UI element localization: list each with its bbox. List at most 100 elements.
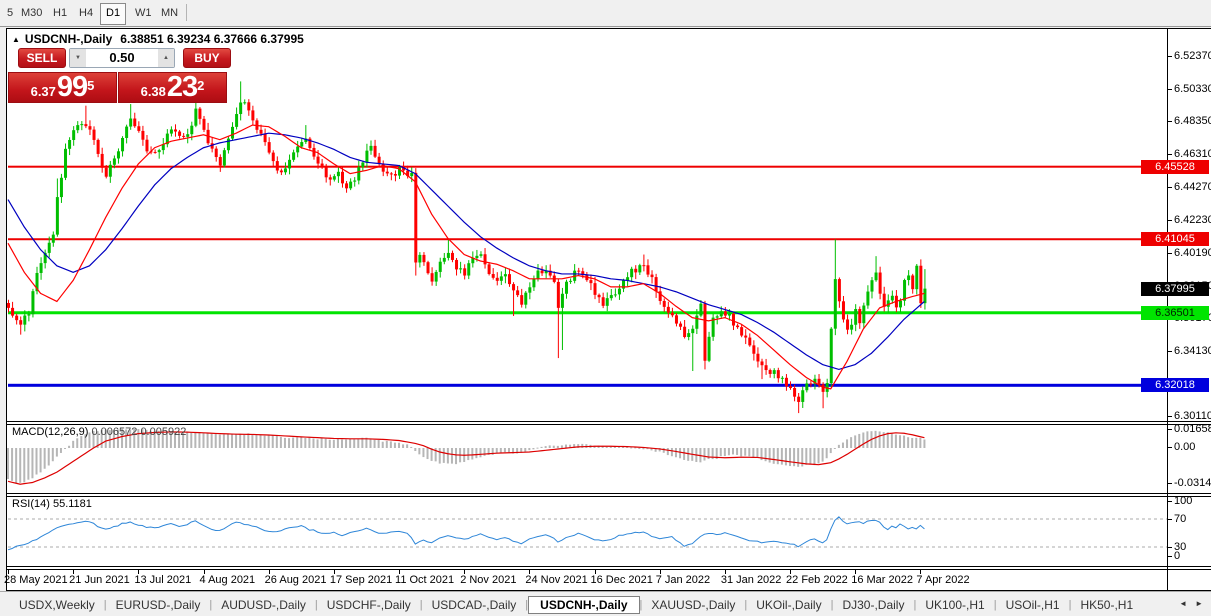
- tabs-scroll-right-arrow[interactable]: ►: [1195, 599, 1203, 608]
- chart-ohlc-values: 6.38851 6.39234 6.37666 6.37995: [120, 32, 304, 46]
- rsi-tick-label: 100: [1174, 496, 1192, 507]
- price-level-badge: 6.37995: [1141, 282, 1209, 296]
- volume-decrease-button[interactable]: ▼: [70, 49, 86, 67]
- date-label: 16 Dec 2021: [591, 574, 653, 586]
- price-tick-label: 6.46310: [1174, 149, 1211, 160]
- volume-increase-button[interactable]: ▲: [158, 49, 174, 67]
- timeframe-toolbar: 5M30H1H4D1W1MN: [0, 0, 1211, 27]
- symbol-tab-bar: USDX,Weekly|EURUSD-,Daily|AUDUSD-,Daily|…: [0, 591, 1211, 616]
- timeframe-button-mn[interactable]: MN: [156, 3, 183, 23]
- symbol-tab-dj30-daily[interactable]: DJ30-,Daily: [833, 596, 913, 614]
- symbol-tab-eurusd-daily[interactable]: EURUSD-,Daily: [107, 596, 210, 614]
- spin-down-icon: ▼: [75, 55, 81, 61]
- spin-up-icon: ▲: [163, 55, 169, 61]
- pane-separator: [7, 569, 1211, 570]
- pane-separator: [7, 566, 1211, 567]
- price-tick-label: 6.44270: [1174, 182, 1211, 193]
- symbol-tab-audusd-daily[interactable]: AUDUSD-,Daily: [212, 596, 315, 614]
- tabs-scroll-left-arrow[interactable]: ◄: [1179, 599, 1187, 608]
- macd-label: MACD(12,26,9) 0.006572 0.005922: [12, 426, 186, 438]
- date-label: 13 Jul 2021: [134, 574, 191, 586]
- macd-tick-label: 0.016586: [1174, 424, 1211, 435]
- sell-price-big: 99: [57, 75, 87, 100]
- volume-stepper: ▼ 0.50 ▲: [69, 48, 175, 68]
- sell-price-display[interactable]: 6.37 99 5: [8, 72, 117, 103]
- date-label: 16 Mar 2022: [851, 574, 913, 586]
- chart-title: ▲ USDCNH-,Daily 6.38851 6.39234 6.37666 6.…: [12, 32, 304, 46]
- price-level-badge: 6.45528: [1141, 160, 1209, 174]
- date-label: 7 Apr 2022: [916, 574, 969, 586]
- scale-tick: [1168, 547, 1172, 548]
- timeframe-button-m30[interactable]: M30: [16, 3, 47, 23]
- rsi-indicator-canvas[interactable]: [7, 497, 1167, 565]
- price-tick-label: 6.52370: [1174, 51, 1211, 62]
- timeframe-button-d1[interactable]: D1: [100, 3, 126, 25]
- price-level-badge: 6.41045: [1141, 232, 1209, 246]
- macd-value-signal: 0.005922: [140, 426, 186, 438]
- date-label: 4 Aug 2021: [200, 574, 256, 586]
- symbol-tab-usdchf-daily[interactable]: USDCHF-,Daily: [318, 596, 420, 614]
- rsi-tick-label: 70: [1174, 514, 1186, 525]
- symbol-tab-xauusd-daily[interactable]: XAUUSD-,Daily: [642, 596, 744, 614]
- date-label: 22 Feb 2022: [786, 574, 848, 586]
- rsi-tick-label: 0: [1174, 551, 1180, 562]
- symbol-tab-hk50-h1[interactable]: HK50-,H1: [1071, 596, 1142, 614]
- pane-separator[interactable]: [7, 493, 1211, 494]
- scale-tick: [1168, 351, 1172, 352]
- date-label: 21 Jun 2021: [69, 574, 130, 586]
- macd-tick-label: -0.031421: [1174, 478, 1211, 489]
- scale-tick: [1168, 220, 1172, 221]
- date-label: 24 Nov 2021: [525, 574, 587, 586]
- buy-price-big: 23: [167, 75, 197, 100]
- rsi-value: 55.1181: [53, 498, 92, 510]
- rsi-label: RSI(14) 55.1181: [12, 498, 92, 510]
- price-tick-label: 6.30110: [1174, 411, 1211, 422]
- volume-input[interactable]: 0.50: [86, 49, 158, 67]
- price-tick-label: 6.50330: [1174, 84, 1211, 95]
- price-tick-label: 6.48350: [1174, 116, 1211, 127]
- macd-tick-label: 0.00: [1174, 442, 1195, 453]
- date-label: 17 Sep 2021: [330, 574, 392, 586]
- buy-price-sup: 2: [197, 73, 204, 99]
- scale-tick: [1168, 89, 1172, 90]
- symbol-tab-uk100-h1[interactable]: UK100-,H1: [916, 596, 993, 614]
- timeframe-button-h1[interactable]: H1: [48, 3, 72, 23]
- scale-tick: [1168, 429, 1172, 430]
- scale-tick: [1168, 483, 1172, 484]
- timeframe-button-w1[interactable]: W1: [130, 3, 157, 23]
- price-tick-label: 6.40190: [1174, 248, 1211, 259]
- price-tick-label: 6.42230: [1174, 215, 1211, 226]
- scale-tick: [1168, 121, 1172, 122]
- buy-button[interactable]: BUY: [183, 48, 231, 68]
- price-tick-label: 6.34130: [1174, 346, 1211, 357]
- sell-price-sup: 5: [87, 73, 94, 99]
- toolbar-separator: [186, 4, 187, 21]
- scale-tick: [1168, 154, 1172, 155]
- date-label: 28 May 2021: [4, 574, 68, 586]
- sell-button[interactable]: SELL: [18, 48, 66, 68]
- buy-price-head: 6.38: [141, 83, 166, 100]
- date-label: 11 Oct 2021: [395, 574, 454, 586]
- scale-tick: [1168, 416, 1172, 417]
- scale-tick: [1168, 519, 1172, 520]
- symbol-tab-usdcad-daily[interactable]: USDCAD-,Daily: [423, 596, 526, 614]
- date-label: 31 Jan 2022: [721, 574, 782, 586]
- sell-price-head: 6.37: [31, 83, 56, 100]
- macd-value-main: 0.006572: [91, 426, 137, 438]
- date-label: 2 Nov 2021: [460, 574, 516, 586]
- scale-tick: [1168, 556, 1172, 557]
- trading-terminal-window: 5M30H1H4D1W1MN ▲USDCNH-,Daily6.38851 6.3…: [0, 0, 1211, 616]
- buy-price-display[interactable]: 6.38 23 2: [118, 72, 227, 103]
- symbol-tab-ukoil-daily[interactable]: UKOil-,Daily: [747, 596, 830, 614]
- collapse-arrow-icon[interactable]: ▲: [12, 35, 20, 44]
- timeframe-button-h4[interactable]: H4: [74, 3, 98, 23]
- scale-tick: [1168, 187, 1172, 188]
- symbol-tab-usoil-h1[interactable]: USOil-,H1: [997, 596, 1069, 614]
- pane-separator[interactable]: [7, 421, 1211, 422]
- scale-tick: [1168, 253, 1172, 254]
- chart-symbol-period: USDCNH-,Daily: [25, 32, 112, 46]
- symbol-tab-usdcnh-daily[interactable]: USDCNH-,Daily: [528, 596, 639, 614]
- scale-tick: [1168, 501, 1172, 502]
- price-level-badge: 6.32018: [1141, 378, 1209, 392]
- symbol-tab-usdx-weekly[interactable]: USDX,Weekly: [10, 596, 104, 614]
